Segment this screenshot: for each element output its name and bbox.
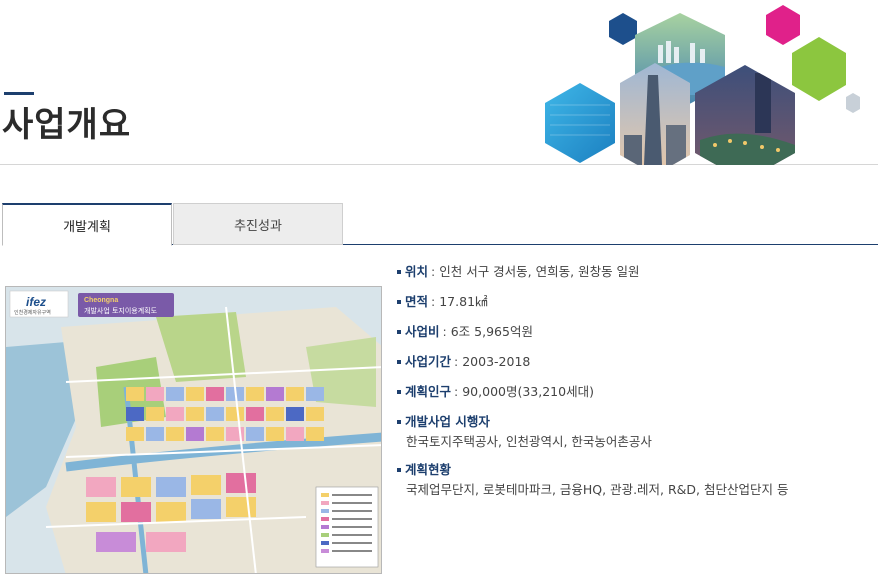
land-use-map: ifez 인천경제자유구역 Cheongna 개발사업 토지이용계획도 xyxy=(5,286,382,574)
overview-value: 2003-2018 xyxy=(462,354,531,369)
overview-label: 면적 xyxy=(405,294,429,309)
overview-location: 위치 : 인천 서구 경서동, 연희동, 원창동 일원 xyxy=(397,262,877,282)
map-banner-title: Cheongna xyxy=(84,297,118,304)
overview-population: 계획인구 : 90,000명(33,210세대) xyxy=(397,382,877,402)
overview-period: 사업기간 : 2003-2018 xyxy=(397,352,877,372)
overview-value: 17.81㎢ xyxy=(439,294,488,309)
tab-achievements[interactable]: 추진성과 xyxy=(173,203,343,245)
separator: : xyxy=(454,384,459,399)
overview-developer: 개발사업 시행자 한국토지주택공사, 인천광역시, 한국농어촌공사 xyxy=(397,412,877,452)
overview-label: 개발사업 시행자 xyxy=(405,414,490,429)
overview-value: 국제업무단지, 로봇테마파크, 금융HQ, 관광.레저, R&D, 첨단산업단지… xyxy=(406,482,789,497)
tab-bar: 개발계획 추진성과 xyxy=(2,203,878,246)
green-hexagon xyxy=(792,37,846,101)
overview-label: 계획현황 xyxy=(405,462,452,477)
grey-hexagon xyxy=(846,93,860,113)
overview-cost: 사업비 : 6조 5,965억원 xyxy=(397,322,877,342)
overview-value: 6조 5,965억원 xyxy=(450,324,533,339)
overview-status: 계획현황 국제업무단지, 로봇테마파크, 금융HQ, 관광.레저, R&D, 첨… xyxy=(397,460,877,500)
separator: : xyxy=(454,354,459,369)
separator: : xyxy=(442,324,447,339)
land-use-map-graphic: ifez 인천경제자유구역 Cheongna 개발사업 토지이용계획도 xyxy=(6,287,381,573)
overview-label: 계획인구 xyxy=(405,384,452,399)
overview-value: 90,000명(33,210세대) xyxy=(462,384,594,399)
title-accent-bar xyxy=(4,92,34,95)
page-title: 사업개요 xyxy=(2,105,132,145)
overview-value: 인천 서구 경서동, 연희동, 원창동 일원 xyxy=(439,264,640,279)
overview-value: 한국토지주택공사, 인천광역시, 한국농어촌공사 xyxy=(406,434,652,449)
separator: : xyxy=(431,264,436,279)
bullet-icon xyxy=(397,330,401,334)
navy-hexagon xyxy=(609,13,637,45)
overview-label: 사업비 xyxy=(405,324,440,339)
bullet-icon xyxy=(397,300,401,304)
project-overview: 위치 : 인천 서구 경서동, 연희동, 원창동 일원 면적 : 17.81㎢ … xyxy=(397,262,877,500)
overview-label: 사업기간 xyxy=(405,354,452,369)
separator: : xyxy=(431,294,436,309)
magenta-hexagon xyxy=(766,5,800,45)
bullet-icon xyxy=(397,468,401,472)
hero-hexagon-collage xyxy=(545,5,860,165)
cyan-hexagon xyxy=(545,83,615,163)
map-banner-sub: 개발사업 토지이용계획도 xyxy=(84,306,158,315)
map-logo-sub: 인천경제자유구역 xyxy=(14,309,51,316)
bullet-icon xyxy=(397,390,401,394)
tab-development-plan[interactable]: 개발계획 xyxy=(2,203,172,246)
map-logo: ifez xyxy=(26,295,46,309)
bullet-icon xyxy=(397,360,401,364)
bullet-icon xyxy=(397,270,401,274)
overview-area: 면적 : 17.81㎢ xyxy=(397,292,877,312)
overview-label: 위치 xyxy=(405,264,429,279)
bullet-icon xyxy=(397,420,401,424)
